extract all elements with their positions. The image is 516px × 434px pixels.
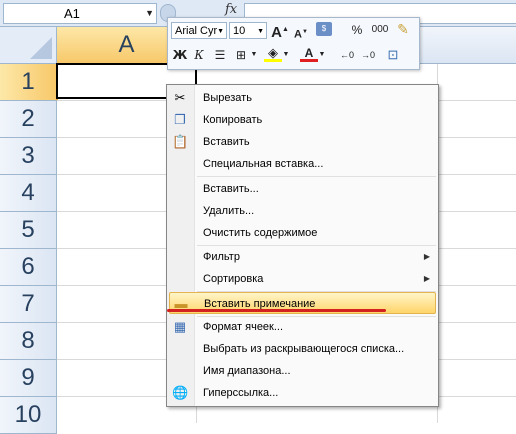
menu-item-clear-contents[interactable]: Очистить содержимое xyxy=(167,222,438,244)
insert-function-icon[interactable]: fx xyxy=(225,2,237,17)
menu-item-sort[interactable]: Сортировка ▶ xyxy=(167,268,438,290)
menu-item-label: Вырезать xyxy=(203,92,252,104)
menu-item-pick-from-list[interactable]: Выбрать из раскрывающегося списка... xyxy=(167,338,438,360)
menu-item-label: Имя диапазона... xyxy=(203,365,291,377)
red-underline-annotation xyxy=(167,309,386,312)
increase-decimal-icon[interactable]: ←0 xyxy=(338,47,356,63)
menu-item-format-cells[interactable]: ▦ Формат ячеек... xyxy=(167,316,438,338)
align-center-icon[interactable]: ☰ xyxy=(211,47,229,63)
menu-item-label: Формат ячеек... xyxy=(203,321,284,333)
row-header-5[interactable]: 5 xyxy=(0,212,57,249)
percent-style-button[interactable]: % xyxy=(348,22,366,38)
select-all-triangle-icon xyxy=(30,37,52,59)
font-name-select[interactable]: Arial Cyr ▼ xyxy=(171,22,227,39)
accounting-format-icon[interactable]: $ xyxy=(316,22,332,36)
menu-item-label: Выбрать из раскрывающегося списка... xyxy=(203,343,405,355)
menu-item-label: Вставить xyxy=(203,136,250,148)
hyperlink-icon: 🌐 xyxy=(172,385,189,400)
menu-item-label: Специальная вставка... xyxy=(203,158,324,170)
row-header-10[interactable]: 10 xyxy=(0,397,57,434)
menu-item-label: Вставить... xyxy=(203,183,259,195)
grow-font-icon[interactable]: A▲ xyxy=(271,22,289,41)
menu-item-delete[interactable]: Удалить... xyxy=(167,200,438,222)
menu-item-paste[interactable]: 📋 Вставить xyxy=(167,131,438,153)
shrink-font-icon[interactable]: A▼ xyxy=(292,24,310,43)
mini-toolbar: Arial Cyr ▼ 10 ▼ A▲ A▼ $ % 000 ✎ Ж К ☰ ⊞ ▼… xyxy=(167,17,420,70)
menu-item-paste-special[interactable]: Специальная вставка... xyxy=(167,153,438,175)
merge-center-icon[interactable]: ⊡ xyxy=(384,47,402,63)
copy-icon: ❐ xyxy=(174,112,186,127)
row-header-9[interactable]: 9 xyxy=(0,360,57,397)
chevron-down-icon: ▼ xyxy=(217,28,224,35)
chevron-down-icon: ▼ xyxy=(257,28,264,35)
format-cells-icon: ▦ xyxy=(173,319,187,334)
menu-item-name-range[interactable]: Имя диапазона... xyxy=(167,360,438,382)
font-size-select[interactable]: 10 ▼ xyxy=(229,22,267,39)
row-header-1[interactable]: 1 xyxy=(0,64,58,101)
menu-item-label: Фильтр xyxy=(203,251,240,263)
row-header-6[interactable]: 6 xyxy=(0,249,57,286)
row-header-8[interactable]: 8 xyxy=(0,323,57,360)
chevron-down-icon[interactable]: ▼ xyxy=(250,47,258,63)
fill-color-icon[interactable]: ◈ xyxy=(264,45,282,62)
menu-item-label: Гиперссылка... xyxy=(203,387,279,399)
row-header-4[interactable]: 4 xyxy=(0,175,57,212)
chevron-down-icon[interactable]: ▼ xyxy=(282,47,290,63)
italic-button[interactable]: К xyxy=(190,47,208,63)
row-header-3[interactable]: 3 xyxy=(0,138,57,175)
comma-style-button[interactable]: 000 xyxy=(369,22,391,38)
menu-item-filter[interactable]: Фильтр ▶ xyxy=(167,246,438,268)
font-color-button[interactable]: A xyxy=(300,45,318,62)
menu-item-label: Удалить... xyxy=(203,205,255,217)
menu-item-cut[interactable]: ✂ Вырезать xyxy=(167,87,438,109)
paste-icon: 📋 xyxy=(172,134,189,149)
font-size-value: 10 xyxy=(233,25,246,37)
scissors-icon: ✂ xyxy=(174,90,186,105)
submenu-arrow-icon: ▶ xyxy=(423,252,430,261)
format-painter-icon[interactable]: ✎ xyxy=(394,21,412,37)
menu-item-label: Очистить содержимое xyxy=(203,227,318,239)
chevron-down-icon[interactable]: ▼ xyxy=(318,47,326,63)
borders-icon[interactable]: ⊞ xyxy=(232,47,250,63)
menu-item-label: Копировать xyxy=(203,114,263,126)
font-name-value: Arial Cyr xyxy=(175,25,218,37)
select-all-button[interactable] xyxy=(0,27,57,64)
context-menu: ✂ Вырезать ❐ Копировать 📋 Вставить Специ… xyxy=(166,84,439,407)
menu-item-hyperlink[interactable]: 🌐 Гиперссылка... xyxy=(167,382,438,404)
menu-item-copy[interactable]: ❐ Копировать xyxy=(167,109,438,131)
row-header-7[interactable]: 7 xyxy=(0,286,57,323)
menu-item-insert[interactable]: Вставить... xyxy=(167,178,438,200)
name-box[interactable]: A1 ▼ xyxy=(3,3,157,24)
bold-button[interactable]: Ж xyxy=(171,47,189,63)
submenu-arrow-icon: ▶ xyxy=(423,274,430,283)
row-header-2[interactable]: 2 xyxy=(0,101,57,138)
menu-separator xyxy=(197,176,436,177)
menu-item-label: Сортировка xyxy=(203,273,264,285)
name-box-value: A1 xyxy=(64,6,80,21)
decrease-decimal-icon[interactable]: →0 xyxy=(359,47,377,63)
chevron-down-icon[interactable]: ▼ xyxy=(145,4,154,23)
